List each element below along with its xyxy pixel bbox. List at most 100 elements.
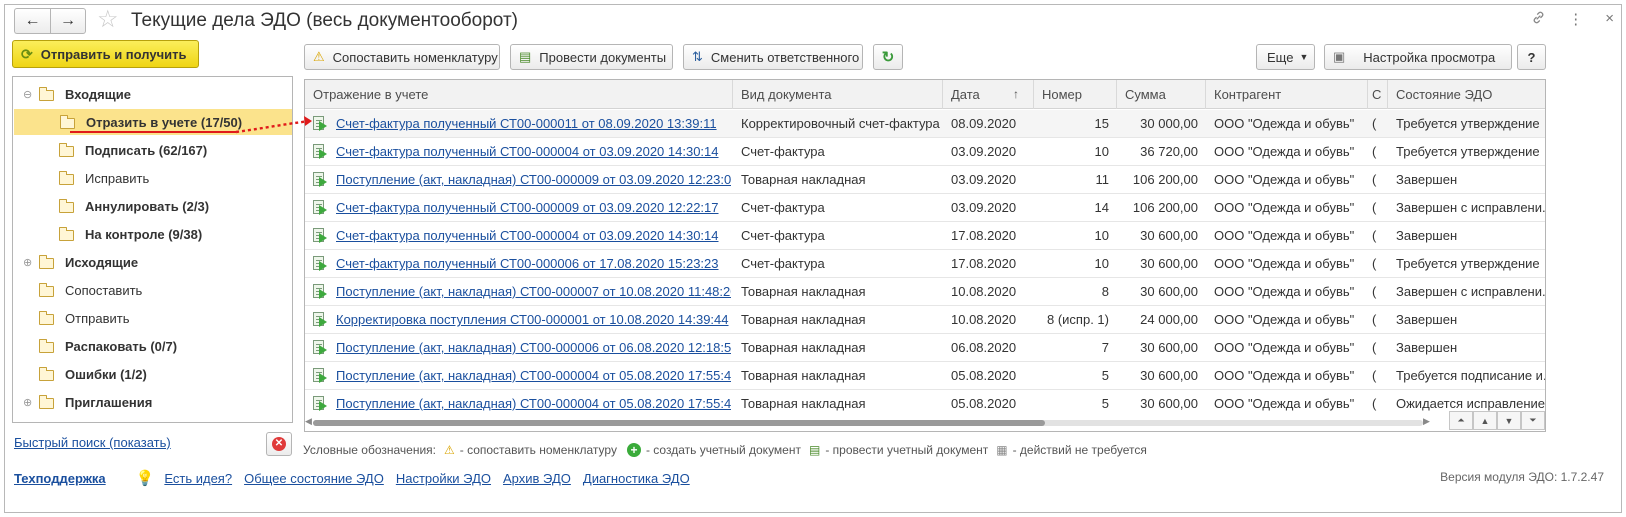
expander-icon[interactable]: ⊕	[23, 256, 35, 269]
table-row[interactable]: Поступление (акт, накладная) СТ00-000004…	[305, 362, 1545, 390]
table-row[interactable]: Корректировка поступления СТ00-000001 от…	[305, 306, 1545, 334]
refresh-icon: ↻	[881, 49, 895, 66]
table-cell-doc[interactable]: Поступление (акт, накладная) СТ00-000004…	[336, 362, 731, 389]
table-row[interactable]: Счет-фактура полученный СТ00-000006 от 1…	[305, 250, 1545, 278]
tree-item[interactable]: Ошибки (1/2)	[13, 361, 292, 387]
table-row[interactable]: Счет-фактура полученный СТ00-000009 от 0…	[305, 194, 1545, 222]
table-cell-doc[interactable]: Счет-фактура полученный СТ00-000004 от 0…	[336, 138, 731, 165]
scroll-left-icon[interactable]: ◀	[305, 416, 312, 427]
table-cell-number: 5	[1101, 368, 1109, 383]
table-cell-state: Требуется утверждение	[1396, 116, 1540, 131]
column-header[interactable]: Контрагент	[1206, 80, 1368, 109]
legend-match: - сопоставить номенклатуру	[459, 443, 617, 457]
tree-item[interactable]: ⊕ Приглашения	[13, 389, 292, 415]
link-icon[interactable]	[1531, 10, 1546, 29]
favorite-star-icon[interactable]: ☆	[97, 6, 119, 34]
table-cell-doc[interactable]: Поступление (акт, накладная) СТ00-000006…	[336, 334, 731, 361]
column-header[interactable]: Отражение в учете	[305, 80, 733, 109]
scroll-first-icon[interactable]: ⏶	[1449, 411, 1473, 430]
table-row[interactable]: Поступление (акт, накладная) СТ00-000009…	[305, 166, 1545, 194]
tree-item[interactable]: Исправить	[13, 165, 292, 191]
post-document-icon	[313, 172, 327, 187]
scroll-up-icon[interactable]: ▲	[1473, 411, 1497, 430]
expander-icon[interactable]: ⊕	[23, 396, 35, 409]
table-cell-sum: 30 600,00	[1140, 340, 1198, 355]
tree-item[interactable]: Аннулировать (2/3)	[13, 193, 292, 219]
table-row[interactable]: Счет-фактура полученный СТ00-000004 от 0…	[305, 222, 1545, 250]
forward-button[interactable]: →	[50, 8, 86, 34]
tree-item[interactable]: Сопоставить	[13, 277, 292, 303]
scroll-last-icon[interactable]: ⏷	[1521, 411, 1545, 430]
tree-item-label: Исправить	[85, 170, 150, 186]
tree-item[interactable]: Подписать (62/167)	[13, 137, 292, 163]
table-cell-doc[interactable]: Поступление (акт, накладная) СТ00-000009…	[336, 166, 731, 193]
table-row[interactable]: Счет-фактура полученный СТ00-000004 от 0…	[305, 138, 1545, 166]
change-responsible-button[interactable]: ⇅ Сменить ответственного	[683, 44, 863, 70]
more-vertical-icon[interactable]: ⋮	[1568, 10, 1583, 29]
tree-item[interactable]: ⊖ Входящие	[13, 81, 292, 107]
post-documents-button[interactable]: ▤ Провести документы	[510, 44, 673, 70]
tree-item-label: Входящие	[65, 86, 131, 102]
horizontal-scrollbar[interactable]: ◀ ▶	[305, 413, 1545, 431]
expander-icon[interactable]: ⊖	[23, 88, 35, 101]
table-cell-doc[interactable]: Счет-фактура полученный СТ00-000011 от 0…	[336, 110, 731, 137]
table-cell-c: (	[1372, 368, 1377, 383]
column-header[interactable]: С	[1368, 80, 1388, 109]
tree-item[interactable]: Отправить	[13, 305, 292, 331]
folder-icon	[58, 199, 74, 213]
table-cell-kind: Счет-фактура	[741, 256, 825, 271]
table-row[interactable]: Поступление (акт, накладная) СТ00-000007…	[305, 278, 1545, 306]
column-header[interactable]: Состояние ЭДО	[1388, 80, 1545, 109]
arrow-left-icon: ←	[24, 12, 41, 29]
scroll-thumb[interactable]	[313, 420, 1045, 426]
view-settings-label: Настройка просмотра	[1363, 49, 1496, 65]
tree-item[interactable]: На контроле (9/38)	[13, 221, 292, 247]
idea-link[interactable]: Есть идея?	[164, 471, 232, 486]
clear-search-button[interactable]: ✕	[266, 432, 292, 456]
column-header-label: Вид документа	[741, 87, 832, 102]
view-settings-button[interactable]: ▣ Настройка просмотра	[1324, 44, 1512, 70]
table-cell-state: Завершен с исправлени...	[1396, 200, 1546, 215]
edo-settings-link[interactable]: Настройки ЭДО	[396, 471, 491, 486]
table-cell-doc[interactable]: Счет-фактура полученный СТ00-000009 от 0…	[336, 194, 731, 221]
help-button[interactable]: ?	[1517, 44, 1546, 70]
post-document-icon	[313, 144, 327, 159]
post-document-icon: ▤	[519, 49, 532, 64]
table-cell-partner: ООО "Одежда и обувь"	[1214, 172, 1355, 187]
edo-diagnostics-link[interactable]: Диагностика ЭДО	[583, 471, 690, 486]
tree-item[interactable]: ⊕ Исходящие	[13, 249, 292, 275]
column-header[interactable]: Номер	[1034, 80, 1117, 109]
table-cell-doc[interactable]: Корректировка поступления СТ00-000001 от…	[336, 306, 731, 333]
table-cell-kind: Товарная накладная	[741, 368, 866, 383]
table-row[interactable]: Поступление (акт, накладная) СТ00-000006…	[305, 334, 1545, 362]
match-nomenclature-button[interactable]: ⚠ Сопоставить номенклатуру	[304, 44, 500, 70]
table-cell-doc[interactable]: Счет-фактура полученный СТ00-000006 от 1…	[336, 250, 731, 277]
tree-item[interactable]: Распаковать (0/7)	[13, 333, 292, 359]
refresh-button[interactable]: ↻	[873, 44, 903, 70]
table-cell-c: (	[1372, 256, 1377, 271]
post-document-icon	[313, 116, 327, 131]
folder-icon	[38, 395, 54, 409]
more-button[interactable]: Еще ▼	[1256, 44, 1315, 70]
quick-search-link[interactable]: Быстрый поиск (показать)	[14, 435, 171, 450]
edo-state-link[interactable]: Общее состояние ЭДО	[244, 471, 384, 486]
table-cell-doc[interactable]: Счет-фактура полученный СТ00-000004 от 0…	[336, 222, 731, 249]
send-and-receive-button[interactable]: ⟳ Отправить и получить	[12, 40, 199, 68]
column-header[interactable]: Вид документа	[733, 80, 943, 109]
scroll-down-icon[interactable]: ▼	[1497, 411, 1521, 430]
back-button[interactable]: ←	[14, 8, 50, 34]
table-cell-c: (	[1372, 228, 1377, 243]
close-icon[interactable]: ×	[1605, 10, 1614, 29]
support-link[interactable]: Техподдержка	[14, 471, 106, 486]
table-cell-number: 10	[1094, 256, 1109, 271]
table-cell-kind: Корректировочный счет-фактура	[741, 116, 940, 131]
column-header[interactable]: Дата ↑	[943, 80, 1034, 109]
table-row[interactable]: Счет-фактура полученный СТ00-000011 от 0…	[305, 110, 1545, 138]
table-cell-doc[interactable]: Поступление (акт, накладная) СТ00-000007…	[336, 278, 731, 305]
table-cell-state: Завершен	[1396, 340, 1458, 355]
window-title: Текущие дела ЭДО (весь документооборот)	[131, 10, 518, 31]
column-header[interactable]: Сумма	[1117, 80, 1206, 109]
post-document-icon	[313, 312, 327, 327]
scroll-right-icon[interactable]: ▶	[1423, 416, 1430, 427]
edo-archive-link[interactable]: Архив ЭДО	[503, 471, 571, 486]
